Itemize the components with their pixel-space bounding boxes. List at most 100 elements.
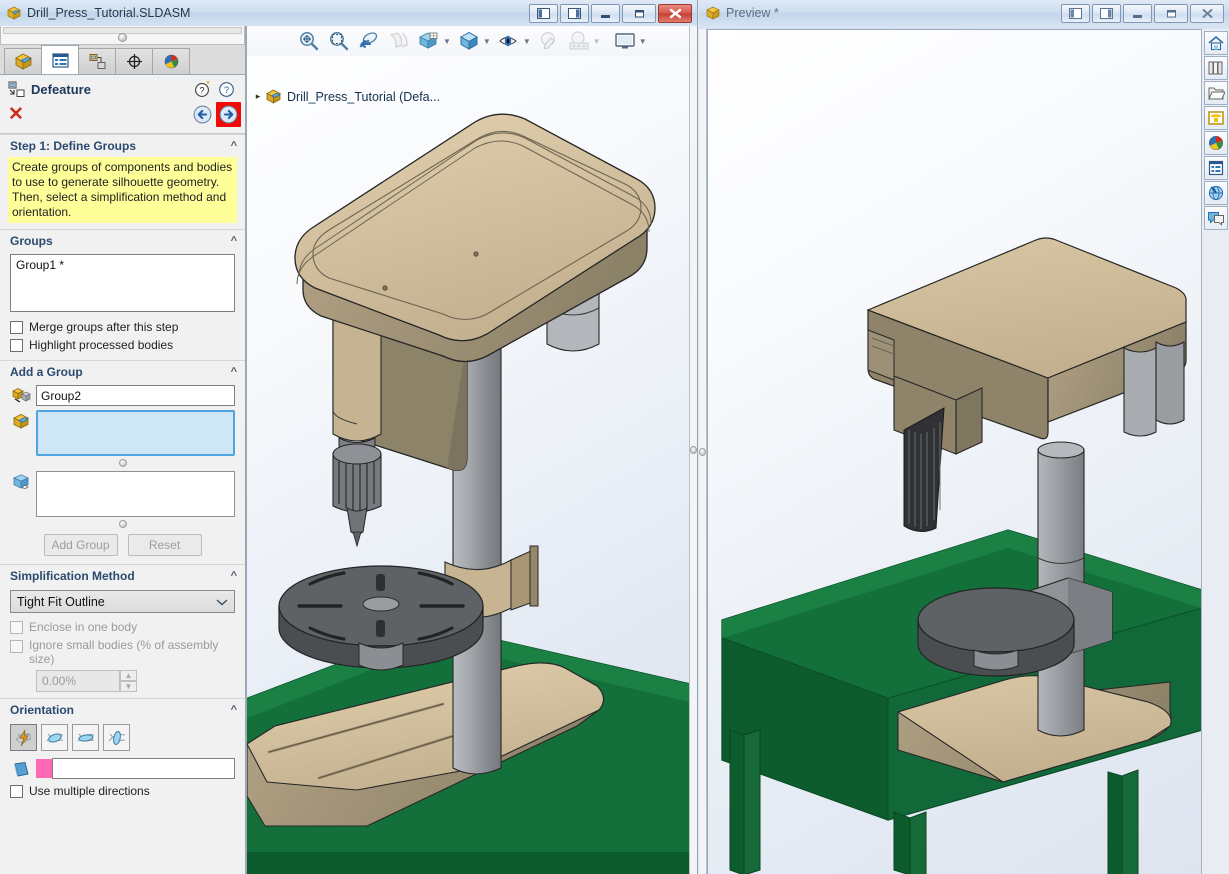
components-selection-icon [8, 410, 36, 431]
drill-press-model-full [247, 113, 689, 874]
group-name-row: Group2 [0, 383, 245, 408]
section-header-simplification[interactable]: Simplification Method ^ [0, 564, 245, 587]
grip-dot-icon[interactable] [118, 520, 127, 528]
checkbox-label: Ignore small bodies (% of assembly size) [29, 638, 219, 666]
preview-window-controls [1061, 3, 1227, 23]
restore-right-button[interactable] [560, 3, 589, 23]
orientation-x-button[interactable] [41, 724, 68, 751]
checkbox-box[interactable] [10, 320, 23, 334]
maximize-button[interactable] [1154, 3, 1188, 23]
task-pane-strip [1201, 29, 1229, 874]
preview-window-title: Preview * [726, 6, 779, 20]
checkbox-box[interactable] [10, 640, 23, 653]
pane-top-splitter[interactable] [0, 26, 245, 45]
defeature-icon [8, 81, 25, 98]
group-name-input[interactable]: Group2 [36, 385, 235, 406]
drill-press-model-simplified [721, 237, 1201, 874]
model-graphics-area[interactable]: ▼ ▼ ▼ ▼ ▼ ▸ Drill_Press_Tutorial (Defa..… [246, 26, 689, 874]
left-window-controls [529, 3, 695, 23]
view-palette-icon[interactable] [1203, 106, 1228, 130]
bodies-selection-icon [8, 471, 36, 492]
checkbox-box[interactable] [10, 784, 23, 798]
preview-left-splitter[interactable] [699, 29, 707, 874]
restore-left-button[interactable] [1061, 3, 1090, 23]
preview-graphics-area[interactable] [707, 29, 1201, 874]
stepper-down-icon[interactable]: ▼ [120, 681, 137, 692]
left-window-right-splitter[interactable] [689, 26, 697, 874]
tab-configuration-manager[interactable] [78, 48, 116, 74]
tab-feature-manager[interactable] [4, 48, 42, 74]
help-icon[interactable]: ? [218, 81, 235, 98]
splitter-grip-icon[interactable] [118, 32, 127, 42]
preview-document-icon [705, 5, 721, 21]
components-box-resize-grip[interactable] [0, 458, 245, 469]
reset-button[interactable]: Reset [127, 534, 202, 556]
restore-left-button[interactable] [529, 3, 558, 23]
chevron-up-icon[interactable]: ^ [231, 366, 237, 378]
checkbox-use-multiple-directions[interactable]: Use multiple directions [0, 782, 245, 800]
chevron-up-icon[interactable]: ^ [231, 235, 237, 247]
components-selection-box[interactable] [36, 410, 235, 456]
checkbox-box[interactable] [10, 338, 23, 352]
whats-new-help-icon[interactable]: ? * [194, 81, 211, 98]
direction-row [0, 755, 245, 782]
stepper-up-icon[interactable]: ▲ [120, 670, 137, 681]
chevron-up-icon[interactable]: ^ [231, 140, 237, 152]
next-step-button[interactable] [219, 105, 238, 124]
simplification-method-select[interactable]: Tight Fit Outline [10, 590, 235, 613]
bodies-box-resize-grip[interactable] [0, 519, 245, 530]
list-item[interactable]: Group1 * [16, 258, 229, 272]
tab-property-manager[interactable] [41, 45, 79, 74]
orientation-y-button[interactable] [72, 724, 99, 751]
section-header-add-group[interactable]: Add a Group ^ [0, 360, 245, 383]
checkbox-ignore-small-bodies[interactable]: Ignore small bodies (% of assembly size) [0, 636, 245, 668]
solidworks-forum-icon[interactable] [1203, 206, 1228, 230]
chevron-down-icon[interactable] [216, 598, 228, 606]
content-central-icon[interactable] [1203, 181, 1228, 205]
section-title-add-group: Add a Group [10, 365, 83, 379]
section-header-groups[interactable]: Groups ^ [0, 229, 245, 252]
direction-color-swatch [36, 759, 52, 778]
maximize-button[interactable] [622, 3, 656, 23]
checkbox-label: Enclose in one body [29, 620, 138, 634]
solidworks-resources-icon[interactable] [1203, 31, 1228, 55]
chevron-up-icon[interactable]: ^ [231, 704, 237, 716]
checkbox-merge-groups[interactable]: Merge groups after this step [0, 318, 245, 336]
section-title-orientation: Orientation [10, 703, 75, 717]
chevron-up-icon[interactable]: ^ [231, 570, 237, 582]
previous-step-button[interactable] [193, 105, 212, 124]
tab-display-manager[interactable] [152, 48, 190, 74]
design-library-icon[interactable] [1203, 56, 1228, 80]
property-manager-pane: Defeature ? * ? ✕ Step 1: Define Groups … [0, 26, 246, 874]
small-body-percent-stepper[interactable]: 0.00% ▲ ▼ [0, 668, 245, 698]
orientation-z-button[interactable] [103, 724, 130, 751]
grip-dot-icon[interactable] [690, 446, 697, 454]
minimize-button[interactable] [1123, 3, 1152, 23]
appearances-scenes-icon[interactable] [1203, 131, 1228, 155]
file-explorer-icon[interactable] [1203, 81, 1228, 105]
grip-dot-icon[interactable] [118, 459, 127, 467]
checkbox-label: Highlight processed bodies [29, 338, 174, 352]
checkbox-highlight-bodies[interactable]: Highlight processed bodies [0, 336, 245, 354]
section-header-orientation[interactable]: Orientation ^ [0, 698, 245, 721]
grip-dot-icon[interactable] [699, 447, 706, 456]
cancel-button[interactable]: ✕ [8, 105, 24, 124]
left-window-titlebar: Drill_Press_Tutorial.SLDASM [0, 0, 697, 26]
close-button[interactable] [1190, 3, 1224, 23]
minimize-button[interactable] [591, 3, 620, 23]
section-header-step1[interactable]: Step 1: Define Groups ^ [0, 134, 245, 157]
tab-dimxpert-manager[interactable] [115, 48, 153, 74]
direction-selection-input[interactable] [52, 758, 235, 779]
checkbox-enclose-one-body[interactable]: Enclose in one body [0, 618, 245, 636]
section-title-groups: Groups [10, 234, 53, 248]
close-button[interactable] [658, 3, 692, 23]
orientation-auto-button[interactable] [10, 724, 37, 751]
add-group-button-row: Add Group Reset [0, 530, 245, 564]
groups-listbox[interactable]: Group1 * [10, 254, 235, 312]
custom-properties-icon[interactable] [1203, 156, 1228, 180]
small-body-percent-input[interactable]: 0.00% [36, 670, 120, 692]
add-group-button[interactable]: Add Group [43, 534, 118, 556]
bodies-selection-box[interactable] [36, 471, 235, 517]
checkbox-box[interactable] [10, 620, 23, 634]
restore-right-button[interactable] [1092, 3, 1121, 23]
